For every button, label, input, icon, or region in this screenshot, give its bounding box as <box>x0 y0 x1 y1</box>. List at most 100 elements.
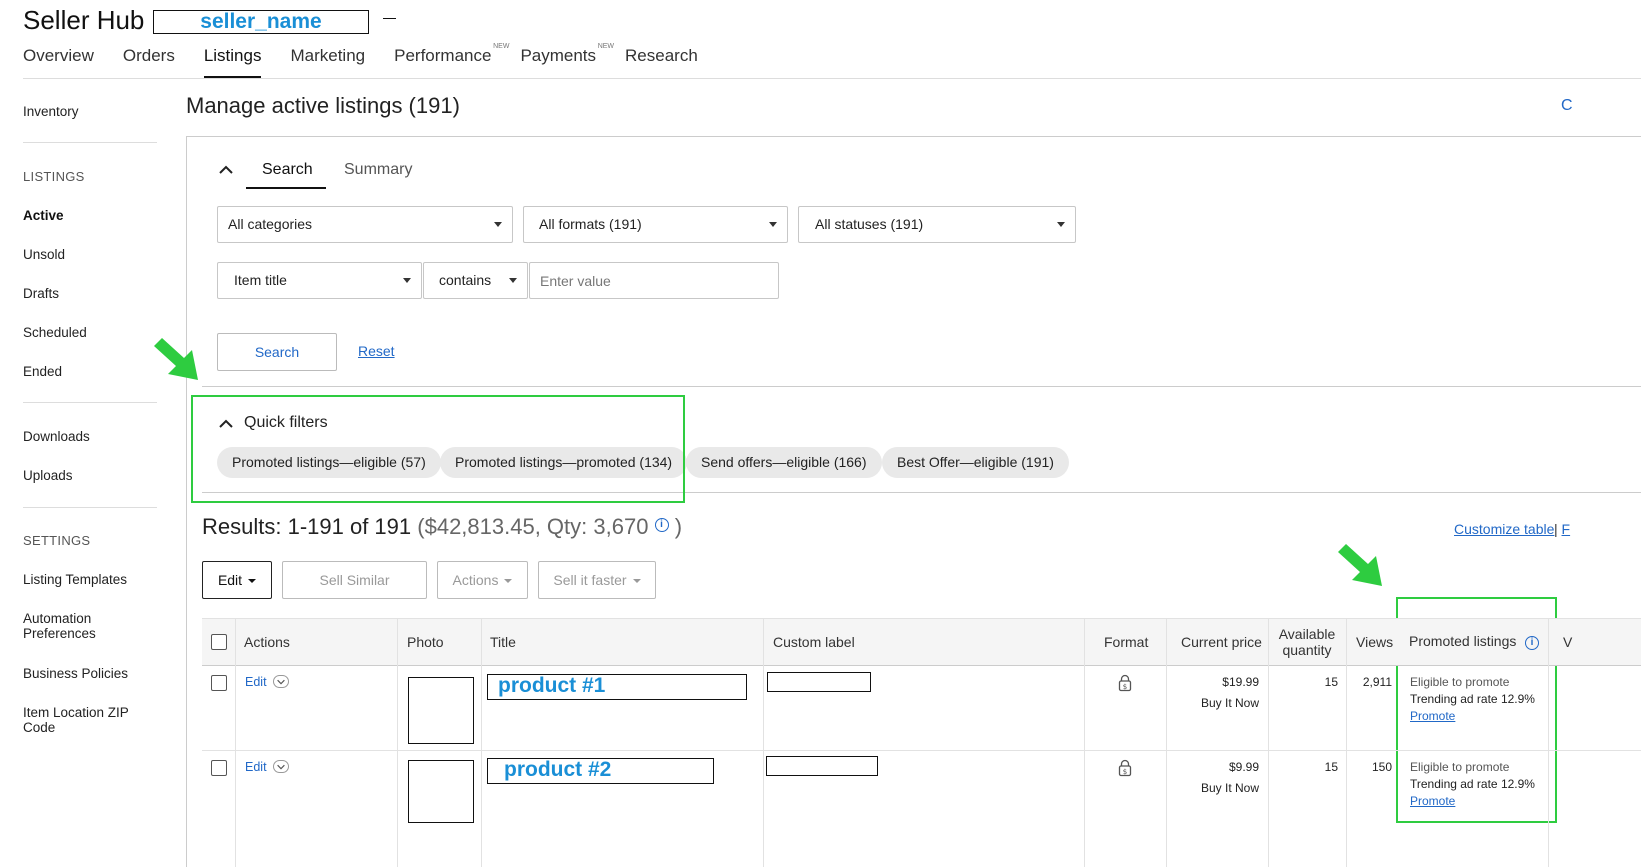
sidebar-item-inventory[interactable]: Inventory <box>23 104 79 119</box>
promo-rate: Trending ad rate 12.9% <box>1410 692 1535 706</box>
header-available-quantity[interactable]: Available quantity <box>1275 626 1339 658</box>
product-title-link[interactable]: product #2 <box>487 758 714 784</box>
customize-table-link[interactable]: Customize table <box>1454 521 1554 537</box>
product-photo-redaction[interactable] <box>408 677 474 744</box>
current-price: $9.99 <box>1228 760 1259 774</box>
format-select[interactable]: All formats (191) <box>523 206 788 243</box>
results-totals: ($42,813.45, Qty: 3,670 <box>417 514 649 539</box>
nav-payments[interactable]: Payments NEW <box>520 43 614 78</box>
row-edit-link[interactable]: Edit <box>245 675 267 689</box>
results-summary: Results: 1-191 of 191 ($42,813.45, Qty: … <box>202 514 682 540</box>
results-count: Results: 1-191 of 191 <box>202 514 412 539</box>
new-badge: NEW <box>597 43 615 50</box>
link-separator: | F <box>1554 521 1571 537</box>
app-title: Seller Hub <box>23 5 145 35</box>
page-right-link[interactable]: C <box>1561 97 1573 115</box>
header-format[interactable]: Format <box>1104 634 1148 650</box>
promote-link[interactable]: Promote <box>1410 709 1455 723</box>
column-divider <box>1268 618 1269 867</box>
sell-faster-dropdown-button[interactable]: Sell it faster <box>538 561 656 599</box>
sidebar-item-listing-templates[interactable]: Listing Templates <box>23 572 127 587</box>
info-icon[interactable]: i <box>1525 636 1539 650</box>
section-divider <box>202 386 1641 387</box>
sidebar-heading-listings: LISTINGS <box>23 169 85 184</box>
tab-search[interactable]: Search <box>262 161 313 179</box>
active-tab-underline <box>246 187 326 189</box>
reset-link[interactable]: Reset <box>358 343 395 359</box>
quick-filters-highlight-box <box>191 395 685 503</box>
search-value-input[interactable] <box>529 262 779 299</box>
actions-dropdown-button[interactable]: Actions <box>437 561 528 599</box>
row-checkbox[interactable] <box>211 675 227 691</box>
current-price: $19.99 <box>1222 675 1259 689</box>
column-divider <box>397 618 398 867</box>
header-promoted-listings[interactable]: Promoted listings <box>1409 633 1516 649</box>
results-close-paren: ) <box>674 514 683 539</box>
new-badge: NEW <box>493 43 510 50</box>
chevron-up-icon[interactable] <box>218 162 234 178</box>
column-divider <box>1166 618 1167 867</box>
column-divider <box>235 618 236 867</box>
chevron-down-icon[interactable] <box>273 675 289 688</box>
column-divider <box>1548 618 1549 867</box>
header-dash <box>383 18 396 19</box>
nav-performance[interactable]: Performance NEW <box>394 43 509 78</box>
row-checkbox[interactable] <box>211 760 227 776</box>
promo-status: Eligible to promote <box>1410 760 1510 774</box>
sidebar-item-item-location-zip[interactable]: Item Location ZIP Code <box>23 705 143 735</box>
header-current-price[interactable]: Current price <box>1181 634 1262 650</box>
header-title[interactable]: Title <box>490 634 516 650</box>
green-arrow-icon <box>1338 544 1382 586</box>
lock-icon: $ <box>1118 759 1132 777</box>
custom-label-redaction <box>766 756 878 776</box>
header-actions: Actions <box>244 634 290 650</box>
sidebar-item-business-policies[interactable]: Business Policies <box>23 666 128 681</box>
operator-select[interactable]: contains <box>423 262 528 299</box>
more-link[interactable]: F <box>1562 521 1571 537</box>
promote-link[interactable]: Promote <box>1410 794 1455 808</box>
quick-filter-best-offer[interactable]: Best Offer—eligible (191) <box>882 447 1069 478</box>
sidebar-item-ended[interactable]: Ended <box>23 364 62 379</box>
dropdown-arrow-icon <box>769 222 777 227</box>
column-divider <box>763 618 764 867</box>
nav-orders[interactable]: Orders <box>123 46 175 78</box>
available-quantity: 15 <box>1324 760 1338 774</box>
row-edit-link[interactable]: Edit <box>245 760 267 774</box>
sidebar-item-unsold[interactable]: Unsold <box>23 247 65 262</box>
status-select[interactable]: All statuses (191) <box>798 206 1076 243</box>
select-all-checkbox[interactable] <box>211 634 227 650</box>
nav-research[interactable]: Research <box>625 46 698 78</box>
custom-label-redaction <box>767 672 871 692</box>
sidebar-item-automation-preferences[interactable]: Automation Preferences <box>23 611 133 641</box>
caret-down-icon <box>504 579 513 583</box>
sidebar-item-drafts[interactable]: Drafts <box>23 286 59 301</box>
product-title-link[interactable]: product #1 <box>487 674 747 700</box>
listing-format: Buy It Now <box>1200 696 1259 710</box>
search-field-select[interactable]: Item title <box>217 262 422 299</box>
sidebar-item-downloads[interactable]: Downloads <box>23 429 90 444</box>
edit-dropdown-button[interactable]: Edit <box>202 561 272 599</box>
header-custom-label[interactable]: Custom label <box>773 634 855 650</box>
nav-listings[interactable]: Listings <box>203 46 262 78</box>
sidebar-item-scheduled[interactable]: Scheduled <box>23 325 87 340</box>
product-photo-redaction[interactable] <box>408 760 474 823</box>
seller-name-redaction: seller_name <box>153 10 369 34</box>
dropdown-arrow-icon <box>403 278 411 283</box>
top-navigation: Overview Orders Listings Marketing Perfo… <box>23 43 727 78</box>
tab-summary[interactable]: Summary <box>344 161 412 179</box>
sidebar-item-uploads[interactable]: Uploads <box>23 468 73 483</box>
header-views[interactable]: Views <box>1356 634 1393 650</box>
sidebar-item-active[interactable]: Active <box>23 208 64 223</box>
nav-marketing[interactable]: Marketing <box>290 46 365 78</box>
row-divider <box>202 750 1641 751</box>
nav-overview[interactable]: Overview <box>23 46 94 78</box>
quick-filter-send-offers[interactable]: Send offers—eligible (166) <box>686 447 882 478</box>
sidebar-divider <box>23 402 157 403</box>
sell-similar-button[interactable]: Sell Similar <box>282 561 427 599</box>
sidebar-heading-settings: SETTINGS <box>23 533 91 548</box>
search-button[interactable]: Search <box>217 333 337 371</box>
chevron-down-icon[interactable] <box>273 760 289 773</box>
info-icon[interactable]: i <box>654 518 669 532</box>
page-title: Manage active listings (191) <box>186 93 460 118</box>
category-select[interactable]: All categories <box>217 206 513 243</box>
